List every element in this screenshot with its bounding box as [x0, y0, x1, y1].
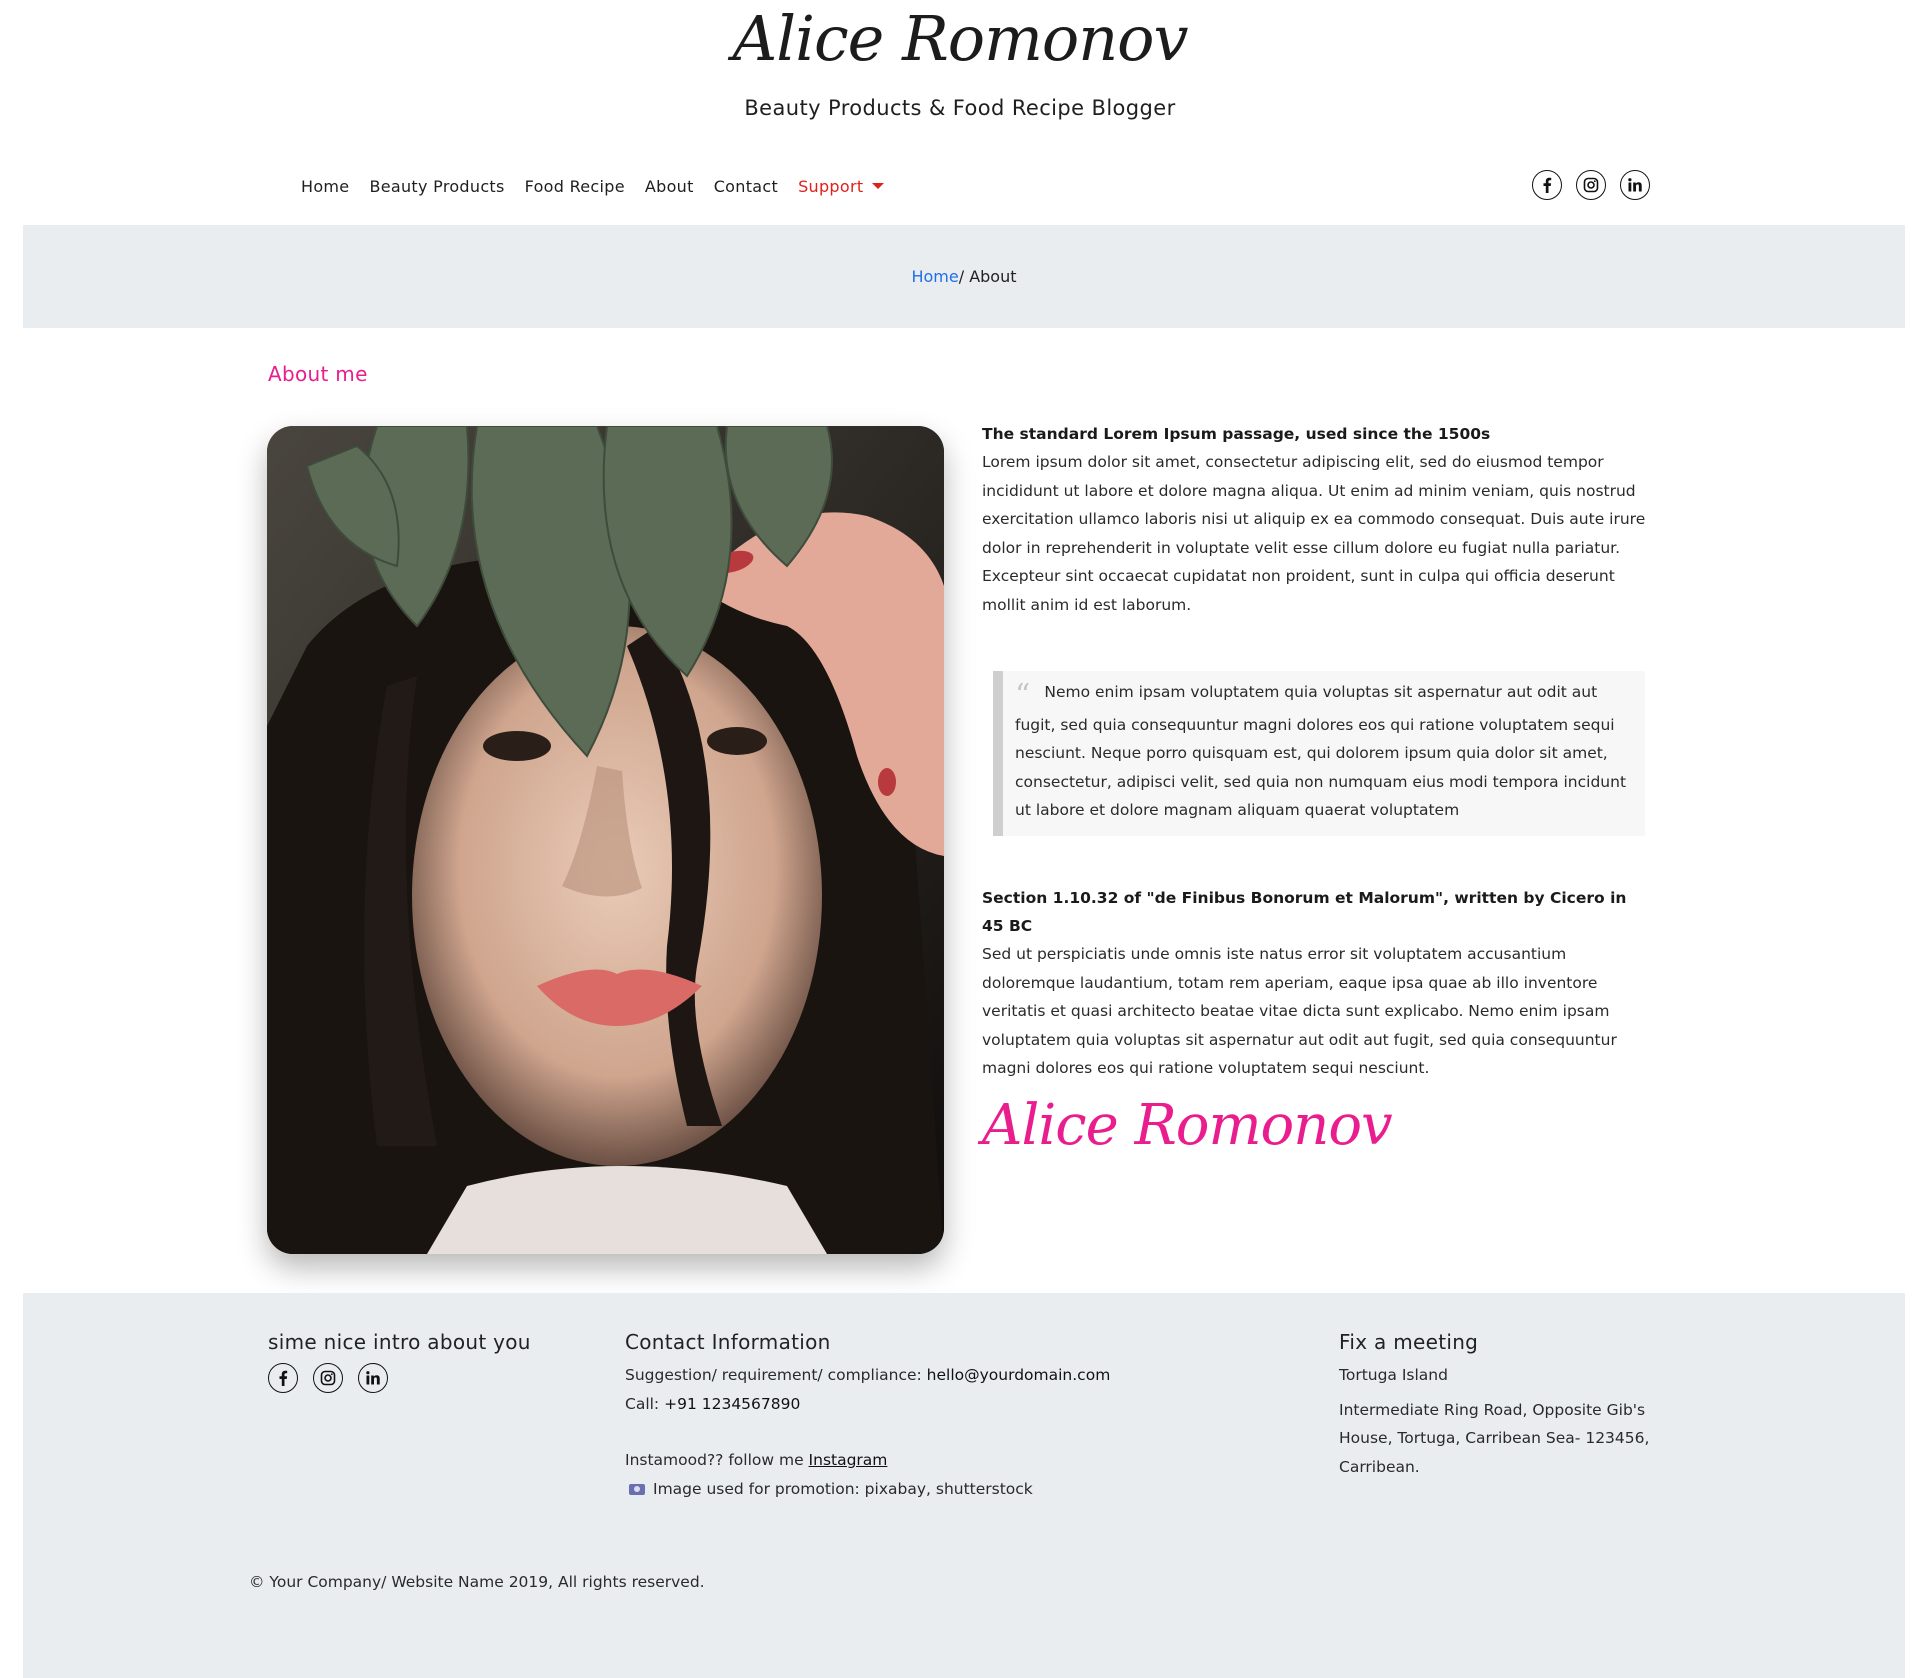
nav-item-beauty-products[interactable]: Beauty Products	[369, 177, 504, 196]
nav-item-support-dropdown[interactable]: Support	[798, 176, 885, 196]
block2-title: Section 1.10.32 of "de Finibus Bonorum e…	[982, 889, 1627, 935]
about-quote: “Nemo enim ipsam voluptatem quia volupta…	[993, 671, 1645, 836]
footer-social-links	[268, 1363, 531, 1393]
site-footer: sime nice intro about you Contact Inform…	[23, 1293, 1905, 1678]
instagram-line: Instamood?? follow me Instagram	[625, 1446, 1110, 1475]
footer-intro: sime nice intro about you	[268, 1330, 531, 1354]
block2-text: Sed ut perspiciatis unde omnis iste natu…	[982, 945, 1617, 1078]
site-logo[interactable]: Alice Romonov	[0, 2, 1920, 76]
breadcrumb-home-link[interactable]: Home	[911, 267, 958, 286]
signature: Alice Romonov	[982, 1093, 1393, 1158]
site-header: Alice Romonov Beauty Products & Food Rec…	[0, 0, 1920, 140]
image-credit: Image used for promotion: pixabay, shutt…	[653, 1479, 1033, 1498]
camera-icon	[629, 1483, 645, 1495]
contact-phone[interactable]: +91 1234567890	[664, 1395, 800, 1413]
meeting-address: Intermediate Ring Road, Opposite Gib's H…	[1339, 1400, 1650, 1476]
site-tagline: Beauty Products & Food Recipe Blogger	[744, 96, 1176, 120]
instagram-icon[interactable]	[313, 1363, 343, 1393]
meeting-heading: Fix a meeting	[1339, 1330, 1479, 1354]
footer-meeting-column: Fix a meeting Tortuga Island Intermediat…	[1339, 1327, 1699, 1481]
contact-email[interactable]: hello@yourdomain.com	[927, 1366, 1111, 1384]
about-text-block-2: Section 1.10.32 of "de Finibus Bonorum e…	[982, 884, 1652, 1083]
about-heading: About me	[268, 362, 368, 386]
breadcrumb-current: About	[969, 267, 1017, 286]
contact-email-line: Suggestion/ requirement/ compliance: hel…	[625, 1361, 1110, 1390]
contact-phone-line: Call: +91 1234567890	[625, 1390, 1110, 1419]
suggestion-label: Suggestion/ requirement/ compliance:	[625, 1366, 927, 1384]
nav-item-about[interactable]: About	[645, 177, 694, 196]
nav-item-home[interactable]: Home	[301, 177, 349, 196]
quote-text: Nemo enim ipsam voluptatem quia voluptas…	[1015, 683, 1627, 820]
facebook-icon[interactable]	[268, 1363, 298, 1393]
block1-text: Lorem ipsum dolor sit amet, consectetur …	[982, 453, 1646, 614]
linkedin-icon[interactable]	[1620, 170, 1650, 200]
instagram-icon[interactable]	[1576, 170, 1606, 200]
linkedin-icon[interactable]	[358, 1363, 388, 1393]
main-nav: Home Beauty Products Food Recipe About C…	[301, 172, 904, 200]
instamood-label: Instamood?? follow me	[625, 1451, 809, 1470]
block1-title: The standard Lorem Ipsum passage, used s…	[982, 425, 1491, 443]
footer-contact-column: Contact Information Suggestion/ requirem…	[625, 1327, 1110, 1503]
header-social-links	[1532, 170, 1664, 200]
quote-mark-icon: “	[1015, 678, 1031, 713]
copyright: © Your Company/ Website Name 2019, All r…	[249, 1573, 705, 1591]
about-text-block-1: The standard Lorem Ipsum passage, used s…	[982, 420, 1652, 620]
contact-heading: Contact Information	[625, 1330, 831, 1354]
image-credit-line: Image used for promotion: pixabay, shutt…	[625, 1475, 1110, 1504]
meeting-place: Tortuga Island	[1339, 1366, 1448, 1384]
profile-photo	[267, 426, 944, 1254]
call-label: Call:	[625, 1394, 665, 1413]
facebook-icon[interactable]	[1532, 170, 1562, 200]
nav-item-support-label: Support	[798, 176, 864, 196]
nav-item-food-recipe[interactable]: Food Recipe	[525, 177, 625, 196]
breadcrumb: Home/ About	[23, 225, 1905, 328]
nav-item-contact[interactable]: Contact	[714, 177, 778, 196]
breadcrumb-separator: /	[958, 267, 970, 286]
caret-down-icon	[872, 183, 885, 189]
instagram-link[interactable]: Instagram	[809, 1451, 888, 1469]
footer-intro-column: sime nice intro about you	[268, 1327, 531, 1393]
